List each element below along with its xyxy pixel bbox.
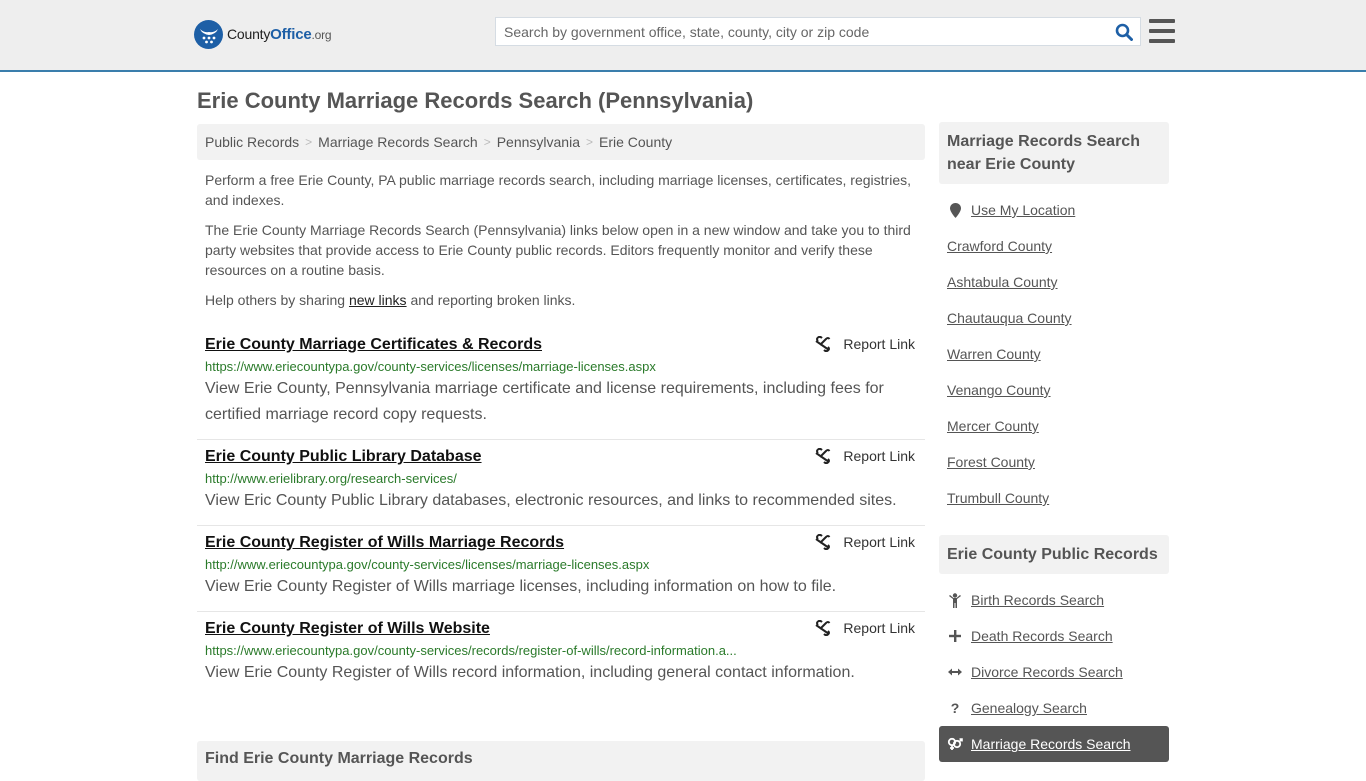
search-input[interactable]: [496, 18, 1108, 45]
record-item: Erie County Public Library Database Repo…: [197, 440, 925, 526]
record-item: Erie County Marriage Certificates & Reco…: [197, 328, 925, 440]
sidebar-heading: Marriage Records Search near Erie County: [939, 122, 1169, 184]
divorce-records-link[interactable]: Divorce Records Search: [971, 664, 1123, 680]
new-links-link[interactable]: new links: [349, 292, 407, 308]
venus-mars-icon: [947, 737, 963, 751]
page-title: Erie County Marriage Records Search (Pen…: [197, 88, 754, 113]
nearby-county-item: Trumbull County: [947, 480, 1169, 516]
breadcrumb-erie-county[interactable]: Erie County: [599, 134, 672, 150]
nearby-county-item: Chautauqua County: [947, 300, 1169, 336]
map-marker-icon: [947, 202, 963, 218]
sidebar-item-marriage-records: Marriage Records Search: [939, 726, 1169, 762]
breadcrumb-marriage-records-search[interactable]: Marriage Records Search: [318, 134, 478, 150]
report-link-button[interactable]: Report Link: [815, 534, 915, 550]
intro-paragraph: The Erie County Marriage Records Search …: [205, 222, 911, 278]
report-link-button[interactable]: Report Link: [815, 336, 915, 352]
logo-text: CountyOffice.org: [227, 26, 332, 43]
arrows-horizontal-icon: [947, 668, 963, 676]
intro-paragraph: Perform a free Erie County, PA public ma…: [205, 172, 911, 208]
record-url: https://www.eriecountypa.gov/county-serv…: [205, 359, 656, 374]
genealogy-link[interactable]: Genealogy Search: [971, 700, 1087, 716]
nearby-county-item: Forest County: [947, 444, 1169, 480]
child-icon: [947, 592, 963, 608]
breadcrumb-separator: >: [483, 135, 491, 149]
broken-link-icon: [815, 534, 831, 550]
sidebar-nearby: Marriage Records Search near Erie County…: [939, 122, 1169, 524]
intro-paragraph: Help others by sharing new links and rep…: [205, 292, 576, 308]
nearby-county-item: Venango County: [947, 372, 1169, 408]
county-link[interactable]: Chautauqua County: [947, 310, 1072, 326]
marriage-records-link[interactable]: Marriage Records Search: [971, 736, 1131, 752]
sidebar-item-genealogy: ? Genealogy Search: [947, 690, 1169, 726]
nearby-county-item: Crawford County: [947, 228, 1169, 264]
eagle-logo-icon: [194, 20, 223, 49]
record-title-link[interactable]: Erie County Register of Wills Marriage R…: [205, 532, 564, 554]
record-url: http://www.erielibrary.org/research-serv…: [205, 471, 457, 486]
intro-text: Perform a free Erie County, PA public ma…: [197, 170, 925, 310]
record-title-link[interactable]: Erie County Register of Wills Website: [205, 618, 490, 640]
record-url: https://www.eriecountypa.gov/county-serv…: [205, 643, 737, 658]
record-title-link[interactable]: Erie County Marriage Certificates & Reco…: [205, 334, 542, 356]
record-description: View Erie County Register of Wills marri…: [205, 578, 837, 595]
nearby-county-item: Mercer County: [947, 408, 1169, 444]
birth-records-link[interactable]: Birth Records Search: [971, 592, 1104, 608]
county-link[interactable]: Ashtabula County: [947, 274, 1058, 290]
sidebar-item-birth-records: Birth Records Search: [947, 582, 1169, 618]
record-item: Erie County Register of Wills Website Re…: [197, 612, 925, 697]
county-link[interactable]: Trumbull County: [947, 490, 1049, 506]
public-records-list: Birth Records Search Death Records Searc…: [939, 574, 1169, 770]
breadcrumb-pennsylvania[interactable]: Pennsylvania: [497, 134, 580, 150]
question-icon: ?: [950, 700, 960, 716]
nearby-county-item: Ashtabula County: [947, 264, 1169, 300]
broken-link-icon: [815, 336, 831, 352]
record-list: Erie County Marriage Certificates & Reco…: [197, 328, 925, 697]
search-icon: [1115, 23, 1133, 41]
record-item: Erie County Register of Wills Marriage R…: [197, 526, 925, 612]
broken-link-icon: [815, 620, 831, 636]
sidebar-item-death-records: Death Records Search: [947, 618, 1169, 654]
top-header: CountyOffice.org: [0, 0, 1366, 72]
search-button[interactable]: [1108, 18, 1140, 45]
report-link-button[interactable]: Report Link: [815, 448, 915, 464]
hamburger-menu-icon[interactable]: [1149, 19, 1175, 43]
find-records-heading: Find Erie County Marriage Records: [197, 741, 925, 781]
breadcrumb-public-records[interactable]: Public Records: [205, 134, 299, 150]
breadcrumb-separator: >: [305, 135, 313, 149]
county-link[interactable]: Warren County: [947, 346, 1041, 362]
site-logo[interactable]: CountyOffice.org: [194, 20, 332, 49]
record-title-link[interactable]: Erie County Public Library Database: [205, 446, 482, 468]
site-search: [495, 17, 1141, 46]
use-my-location-item: Use My Location: [947, 192, 1169, 228]
breadcrumb-separator: >: [585, 135, 593, 149]
record-description: View Erie County Register of Wills recor…: [205, 664, 855, 681]
nearby-county-list: Use My Location Crawford County Ashtabul…: [939, 184, 1169, 524]
county-link[interactable]: Mercer County: [947, 418, 1039, 434]
broken-link-icon: [815, 448, 831, 464]
sidebar-item-divorce-records: Divorce Records Search: [947, 654, 1169, 690]
report-link-button[interactable]: Report Link: [815, 620, 915, 636]
sidebar-heading: Erie County Public Records: [939, 535, 1169, 574]
nearby-county-item: Warren County: [947, 336, 1169, 372]
breadcrumb: Public Records > Marriage Records Search…: [197, 124, 925, 160]
death-records-link[interactable]: Death Records Search: [971, 628, 1113, 644]
sidebar-public-records: Erie County Public Records Birth Records…: [939, 535, 1169, 770]
record-url: http://www.eriecountypa.gov/county-servi…: [205, 557, 650, 572]
record-description: View Erie County, Pennsylvania marriage …: [205, 380, 884, 423]
plus-icon: [947, 630, 963, 642]
main-content: Public Records > Marriage Records Search…: [197, 124, 925, 697]
county-link[interactable]: Venango County: [947, 382, 1051, 398]
county-link[interactable]: Forest County: [947, 454, 1035, 470]
use-my-location-link[interactable]: Use My Location: [971, 202, 1075, 218]
record-description: View Eric County Public Library database…: [205, 492, 897, 509]
county-link[interactable]: Crawford County: [947, 238, 1052, 254]
